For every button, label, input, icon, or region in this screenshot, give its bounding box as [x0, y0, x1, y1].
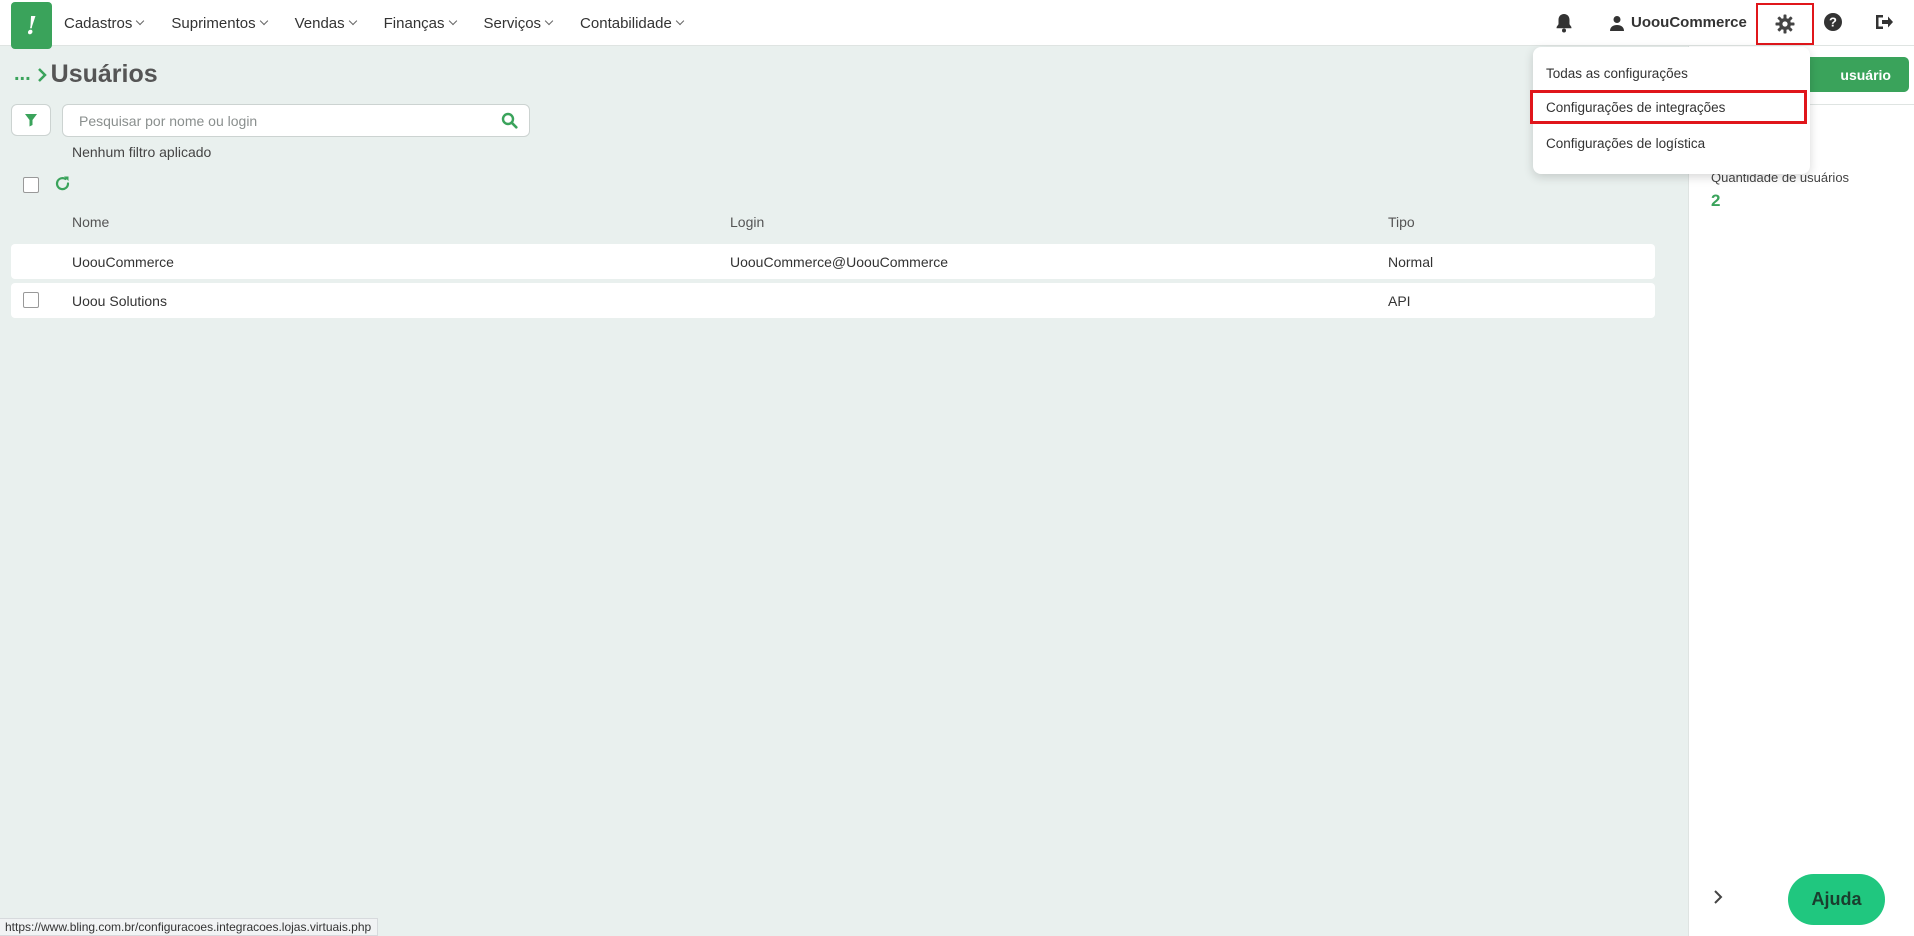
search-input[interactable] [63, 105, 489, 136]
breadcrumb: ... Usuários [14, 60, 158, 89]
column-header-login[interactable]: Login [730, 214, 764, 230]
cell-login: UoouCommerce@UoouCommerce [730, 254, 949, 270]
chevron-right-icon [37, 67, 47, 82]
chevron-right-icon[interactable] [1712, 888, 1724, 909]
menu-servicos[interactable]: Serviços [483, 14, 554, 32]
menu-financas[interactable]: Finanças [383, 14, 457, 32]
chevron-down-icon [544, 16, 554, 26]
menu-item-all-settings[interactable]: Todas as configurações [1533, 56, 1810, 90]
top-navbar: ! Cadastros Suprimentos Vendas Finanças … [0, 0, 1914, 49]
filter-status: Nenhum filtro aplicado [72, 144, 212, 160]
cell-nome: Uoou Solutions [72, 293, 167, 309]
table-row[interactable]: Uoou Solutions API [11, 283, 1655, 318]
chevron-down-icon [136, 16, 145, 26]
menu-contabilidade[interactable]: Contabilidade [580, 14, 685, 32]
quantity-value: 2 [1711, 191, 1721, 210]
menu-cadastros[interactable]: Cadastros [64, 14, 145, 32]
column-header-tipo[interactable]: Tipo [1388, 214, 1415, 230]
help-circle-icon[interactable]: ? [1823, 12, 1843, 35]
row-checkbox[interactable] [23, 292, 39, 308]
settings-button[interactable] [1756, 3, 1814, 45]
status-bar-url: https://www.bling.com.br/configuracoes.i… [0, 918, 378, 936]
menu-item-integrations-settings[interactable]: Configurações de integrações [1530, 90, 1807, 124]
user-icon [1610, 15, 1624, 31]
cell-tipo: API [1388, 293, 1411, 309]
refresh-icon[interactable] [54, 175, 71, 195]
column-header-nome[interactable]: Nome [72, 214, 109, 230]
cell-tipo: Normal [1388, 254, 1434, 270]
chevron-down-icon [348, 16, 357, 26]
menu-label: Finanças [383, 14, 445, 32]
table-row[interactable]: UoouCommerce UoouCommerce@UoouCommerce N… [11, 244, 1655, 279]
main-menu: Cadastros Suprimentos Vendas Finanças Se… [64, 0, 711, 46]
menu-label: Cadastros [64, 14, 133, 32]
svg-text:?: ? [1829, 15, 1837, 30]
menu-item-logistics-settings[interactable]: Configurações de logística [1533, 126, 1810, 160]
menu-vendas[interactable]: Vendas [294, 14, 357, 32]
page-title: Usuários [50, 60, 158, 88]
breadcrumb-dots[interactable]: ... [14, 63, 31, 86]
help-button[interactable]: Ajuda [1788, 874, 1885, 925]
chevron-down-icon [448, 16, 457, 26]
bell-icon[interactable] [1554, 12, 1574, 37]
settings-dropdown: Todas as configurações Configurações de … [1530, 47, 1810, 174]
filter-button[interactable] [11, 104, 51, 136]
menu-suprimentos[interactable]: Suprimentos [171, 14, 268, 32]
menu-label: Vendas [294, 14, 345, 32]
user-menu[interactable]: UoouCommerce [1609, 14, 1747, 31]
menu-label: Serviços [483, 14, 542, 32]
logout-icon[interactable] [1874, 12, 1894, 35]
menu-label: Suprimentos [171, 14, 256, 32]
chevron-down-icon [259, 16, 268, 26]
select-all-checkbox[interactable] [23, 177, 39, 193]
filter-icon [25, 114, 37, 127]
app-logo[interactable]: ! [11, 2, 52, 49]
user-name: UoouCommerce [1631, 14, 1747, 31]
search-box [62, 104, 530, 137]
gear-icon [1775, 14, 1795, 34]
menu-label: Contabilidade [580, 14, 672, 32]
search-icon[interactable] [489, 112, 529, 129]
cell-nome: UoouCommerce [72, 254, 174, 270]
chevron-down-icon [675, 16, 685, 26]
